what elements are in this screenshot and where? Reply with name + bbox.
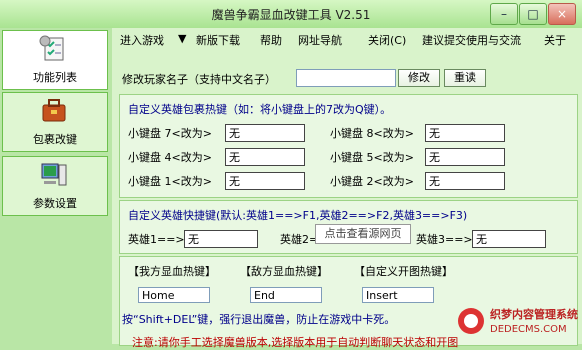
own-hp-label: 【我方显血热键】 <box>128 265 216 278</box>
watermark-line2: DEDECMS.COM <box>490 324 567 335</box>
hero1-label: 英雄1==> <box>128 233 185 246</box>
modify-button[interactable]: 修改 <box>398 69 440 87</box>
sidebar-item-label: 参数设置 <box>33 197 77 210</box>
minimize-button[interactable]: – <box>490 3 518 25</box>
slot-input-5[interactable]: 无 <box>425 148 505 166</box>
checklist-icon <box>39 35 64 61</box>
menu-about[interactable]: 关于 <box>544 32 566 48</box>
menu-help[interactable]: 帮助 <box>260 32 282 48</box>
reset-button[interactable]: 重读 <box>444 69 486 87</box>
computer-icon <box>41 163 67 186</box>
map-hack-label: 【自定义开图热键】 <box>354 265 453 278</box>
sidebar-item-settings[interactable]: 参数设置 <box>2 156 108 216</box>
bag-hotkey-panel: 自定义英雄包裹热键（如：将小键盘上的7改为Q键）。 小键盘 7<改为> 无 小键… <box>119 94 578 198</box>
menu-new-version[interactable]: 新版下载 <box>196 32 240 48</box>
enemy-hp-label: 【敌方显血热键】 <box>240 265 328 278</box>
briefcase-icon <box>42 99 66 122</box>
menu-close[interactable]: 关闭(C) <box>368 32 406 48</box>
slot-input-7[interactable]: 无 <box>225 124 305 142</box>
slot-label-7: 小键盘 7<改为> <box>128 127 212 140</box>
slot-label-1: 小键盘 1<改为> <box>128 175 212 188</box>
title-bar: 魔兽争霸显血改键工具 V2.51 – □ × <box>0 0 582 29</box>
menu-bar: 进入游戏 ▼ 新版下载 帮助 网址导航 关闭(C) 建议提交使用与交流 关于 <box>112 28 582 50</box>
watermark: 织梦内容管理系统 DEDECMS.COM <box>450 300 582 344</box>
hero3-input[interactable]: 无 <box>472 230 546 248</box>
sidebar-item-function-list[interactable]: 功能列表 <box>2 30 108 90</box>
close-button[interactable]: × <box>548 3 576 25</box>
hero1-input[interactable]: 无 <box>184 230 258 248</box>
sidebar: 功能列表 包裹改键 参数设置 <box>0 28 112 344</box>
bag-panel-title: 自定义英雄包裹热键（如：将小键盘上的7改为Q键）。 <box>128 103 392 116</box>
own-hp-input[interactable]: Home <box>138 287 210 303</box>
menu-feedback[interactable]: 建议提交使用与交流 <box>422 32 521 48</box>
slot-input-2[interactable]: 无 <box>425 172 505 190</box>
slot-label-2: 小键盘 2<改为> <box>330 175 414 188</box>
version-note: 注意:请你手工选择魔兽版本,选择版本用于自动判断聊天状态和开图 <box>132 336 459 349</box>
dedecms-logo-icon <box>458 308 484 334</box>
menu-dropdown-arrow[interactable]: ▼ <box>178 32 186 45</box>
slot-label-8: 小键盘 8<改为> <box>330 127 414 140</box>
slot-label-4: 小键盘 4<改为> <box>128 151 212 164</box>
sidebar-item-label: 功能列表 <box>33 71 77 84</box>
player-name-input[interactable] <box>296 69 396 87</box>
menu-enter-game[interactable]: 进入游戏 <box>120 32 164 48</box>
slot-input-8[interactable]: 无 <box>425 124 505 142</box>
exit-note: 按“Shift+DEL”键，强行退出魔兽，防止在游戏中卡死。 <box>122 313 396 326</box>
enemy-hp-input[interactable]: End <box>250 287 322 303</box>
slot-input-1[interactable]: 无 <box>225 172 305 190</box>
slot-label-5: 小键盘 5<改为> <box>330 151 414 164</box>
sidebar-item-bag-keys[interactable]: 包裹改键 <box>2 92 108 152</box>
menu-site-nav[interactable]: 网址导航 <box>298 32 342 48</box>
watermark-line1: 织梦内容管理系统 <box>490 308 578 321</box>
hero3-label: 英雄3==> <box>416 233 473 246</box>
slot-input-4[interactable]: 无 <box>225 148 305 166</box>
view-source-tooltip[interactable]: 点击查看源网页 <box>315 224 411 244</box>
maximize-button[interactable]: □ <box>519 3 547 25</box>
sidebar-item-label: 包裹改键 <box>33 133 77 146</box>
hero-panel-title: 自定义英雄快捷键(默认:英雄1==>F1,英雄2==>F2,英雄3==>F3) <box>128 209 468 222</box>
rename-label: 修改玩家名子（支持中文名子） <box>122 73 276 86</box>
map-hack-input[interactable]: Insert <box>362 287 434 303</box>
